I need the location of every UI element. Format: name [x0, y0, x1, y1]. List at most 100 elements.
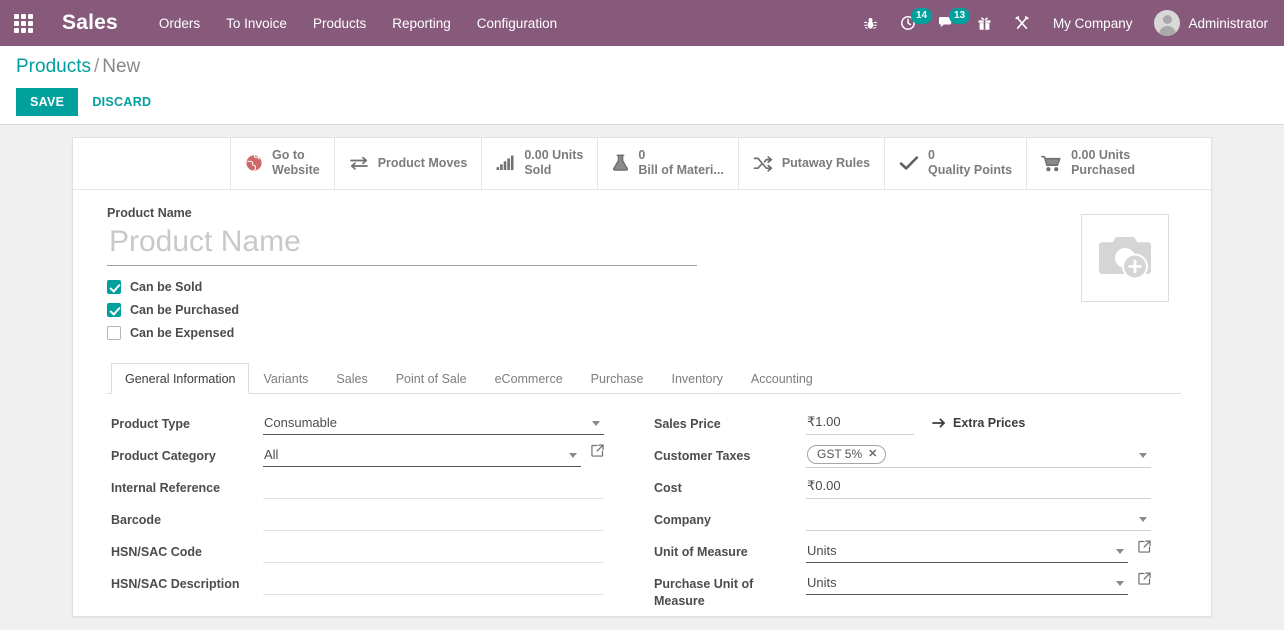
stat-label-product-moves: Product Moves — [378, 156, 468, 170]
control-hsn-sac-code — [263, 540, 604, 563]
breadcrumb-products-link[interactable]: Products — [16, 56, 91, 77]
stat-button-quality-points[interactable]: 0 Quality Points — [885, 138, 1027, 189]
check-icon — [899, 155, 919, 171]
avatar — [1154, 10, 1180, 36]
company-input[interactable] — [806, 508, 1151, 531]
stat-button-go-to-website[interactable]: Go to Website — [231, 138, 335, 189]
control-cost — [806, 476, 1151, 499]
extra-prices-link[interactable]: Extra Prices — [932, 416, 1025, 430]
stat-button-row: Go to Website Product Moves — [73, 138, 1211, 190]
tab-variants[interactable]: Variants — [249, 363, 322, 394]
nav-menu-products[interactable]: Products — [300, 2, 379, 45]
checkbox-row-can-be-expensed[interactable]: Can be Expensed — [107, 326, 1081, 340]
navbar-menus: Orders To Invoice Products Reporting Con… — [146, 2, 570, 45]
exchange-arrows-icon — [349, 155, 369, 171]
nav-menu-reporting[interactable]: Reporting — [379, 2, 464, 45]
shopping-cart-icon — [1041, 155, 1062, 172]
stat-sublabel-units-sold: Sold — [524, 163, 583, 178]
tab-ecommerce[interactable]: eCommerce — [481, 363, 577, 394]
save-button[interactable]: SAVE — [16, 88, 78, 116]
tab-point-of-sale[interactable]: Point of Sale — [382, 363, 481, 394]
checkbox-label-can-be-sold: Can be Sold — [130, 280, 202, 294]
arrow-right-icon — [932, 417, 946, 429]
barcode-input[interactable] — [263, 508, 604, 531]
user-menu[interactable]: Administrator — [1144, 10, 1272, 36]
sales-price-input[interactable] — [806, 412, 914, 435]
label-product-type: Product Type — [111, 412, 263, 433]
app-brand-sales[interactable]: Sales — [46, 11, 132, 35]
x-icon[interactable]: ✕ — [868, 447, 877, 460]
apps-menu-toggle[interactable] — [0, 0, 46, 46]
company-switcher[interactable]: My Company — [1041, 16, 1145, 31]
tag-gst-5[interactable]: GST 5% ✕ — [807, 445, 886, 464]
tools-icon[interactable] — [1003, 0, 1041, 46]
stat-button-units-purchased[interactable]: 0.00 Units Purchased — [1027, 138, 1149, 189]
form-column-right: Sales Price Extra Prices — [646, 412, 1181, 615]
stat-button-units-sold[interactable]: 0.00 Units Sold — [482, 138, 598, 189]
product-name-input[interactable] — [107, 224, 697, 266]
stat-button-bill-of-materials[interactable]: 0 Bill of Materi... — [598, 138, 738, 189]
hsn-sac-code-input[interactable] — [263, 540, 604, 563]
checkbox-label-can-be-expensed: Can be Expensed — [130, 326, 234, 340]
label-internal-reference: Internal Reference — [111, 476, 263, 497]
control-panel: Products/New SAVE DISCARD — [0, 46, 1284, 125]
bug-icon[interactable] — [852, 0, 889, 46]
label-purchase-unit-of-measure: Purchase Unit of Measure — [654, 572, 806, 610]
extra-prices-label: Extra Prices — [953, 416, 1025, 430]
checkbox-row-can-be-purchased[interactable]: Can be Purchased — [107, 303, 1081, 317]
stat-label-quality-points: 0 Quality Points — [928, 148, 1012, 178]
breadcrumb-separator: / — [94, 56, 99, 77]
stat-value-units-sold: 0.00 Units — [524, 148, 583, 163]
external-link-icon-unit-of-measure[interactable] — [1138, 540, 1151, 553]
tab-purchase[interactable]: Purchase — [577, 363, 658, 394]
globe-icon — [245, 154, 263, 172]
messages-icon[interactable]: 13 — [927, 0, 966, 46]
stat-button-putaway-rules[interactable]: Putaway Rules — [739, 138, 885, 189]
label-barcode: Barcode — [111, 508, 263, 529]
gift-icon[interactable] — [966, 0, 1003, 46]
label-company: Company — [654, 508, 806, 529]
product-category-input[interactable] — [263, 444, 581, 467]
unit-of-measure-input[interactable] — [806, 540, 1128, 563]
user-name-label: Administrator — [1188, 16, 1268, 31]
product-type-select[interactable] — [263, 412, 604, 435]
customer-taxes-tag-area[interactable]: GST 5% ✕ — [806, 444, 1151, 468]
internal-reference-input[interactable] — [263, 476, 604, 499]
checkbox-can-be-purchased[interactable] — [107, 303, 121, 317]
label-cost: Cost — [654, 476, 806, 497]
navbar-right-tools: 14 13 My Company — [852, 0, 1272, 46]
tab-general-information[interactable]: General Information — [111, 363, 249, 394]
stat-sublabel-bill-of-materials: Bill of Materi... — [638, 163, 723, 178]
cost-input[interactable] — [806, 476, 1151, 499]
label-customer-taxes: Customer Taxes — [654, 444, 806, 465]
camera-add-icon — [1095, 231, 1155, 285]
purchase-unit-of-measure-input[interactable] — [806, 572, 1128, 595]
field-row-customer-taxes: Customer Taxes GST 5% ✕ — [654, 444, 1151, 471]
tab-sales[interactable]: Sales — [322, 363, 381, 394]
nav-menu-orders[interactable]: Orders — [146, 2, 213, 45]
product-flags-list: Can be Sold Can be Purchased Can be Expe… — [107, 280, 1081, 340]
checkbox-can-be-sold[interactable] — [107, 280, 121, 294]
activity-clock-icon[interactable]: 14 — [889, 0, 927, 46]
external-link-icon-purchase-unit-of-measure[interactable] — [1138, 572, 1151, 585]
tab-inventory[interactable]: Inventory — [657, 363, 736, 394]
form-background: Go to Website Product Moves — [0, 125, 1284, 625]
product-image-upload[interactable] — [1081, 214, 1169, 302]
hsn-sac-description-input[interactable] — [263, 572, 604, 595]
product-name-label: Product Name — [107, 206, 1081, 220]
form-body: Product Name Can be Sold Can be Purchase… — [73, 190, 1211, 615]
checkbox-row-can-be-sold[interactable]: Can be Sold — [107, 280, 1081, 294]
nav-menu-to-invoice[interactable]: To Invoice — [213, 2, 300, 45]
record-actions: SAVE DISCARD — [16, 88, 1268, 116]
checkbox-label-can-be-purchased: Can be Purchased — [130, 303, 239, 317]
external-link-icon-product-category[interactable] — [591, 444, 604, 457]
control-hsn-sac-description — [263, 572, 604, 595]
stat-sublabel-units-purchased: Purchased — [1071, 163, 1135, 178]
flask-icon — [612, 154, 629, 172]
stat-button-product-moves[interactable]: Product Moves — [335, 138, 483, 189]
stat-label-units-purchased: 0.00 Units Purchased — [1071, 148, 1135, 178]
checkbox-can-be-expensed[interactable] — [107, 326, 121, 340]
discard-button[interactable]: DISCARD — [78, 88, 165, 116]
tab-accounting[interactable]: Accounting — [737, 363, 827, 394]
nav-menu-configuration[interactable]: Configuration — [464, 2, 570, 45]
